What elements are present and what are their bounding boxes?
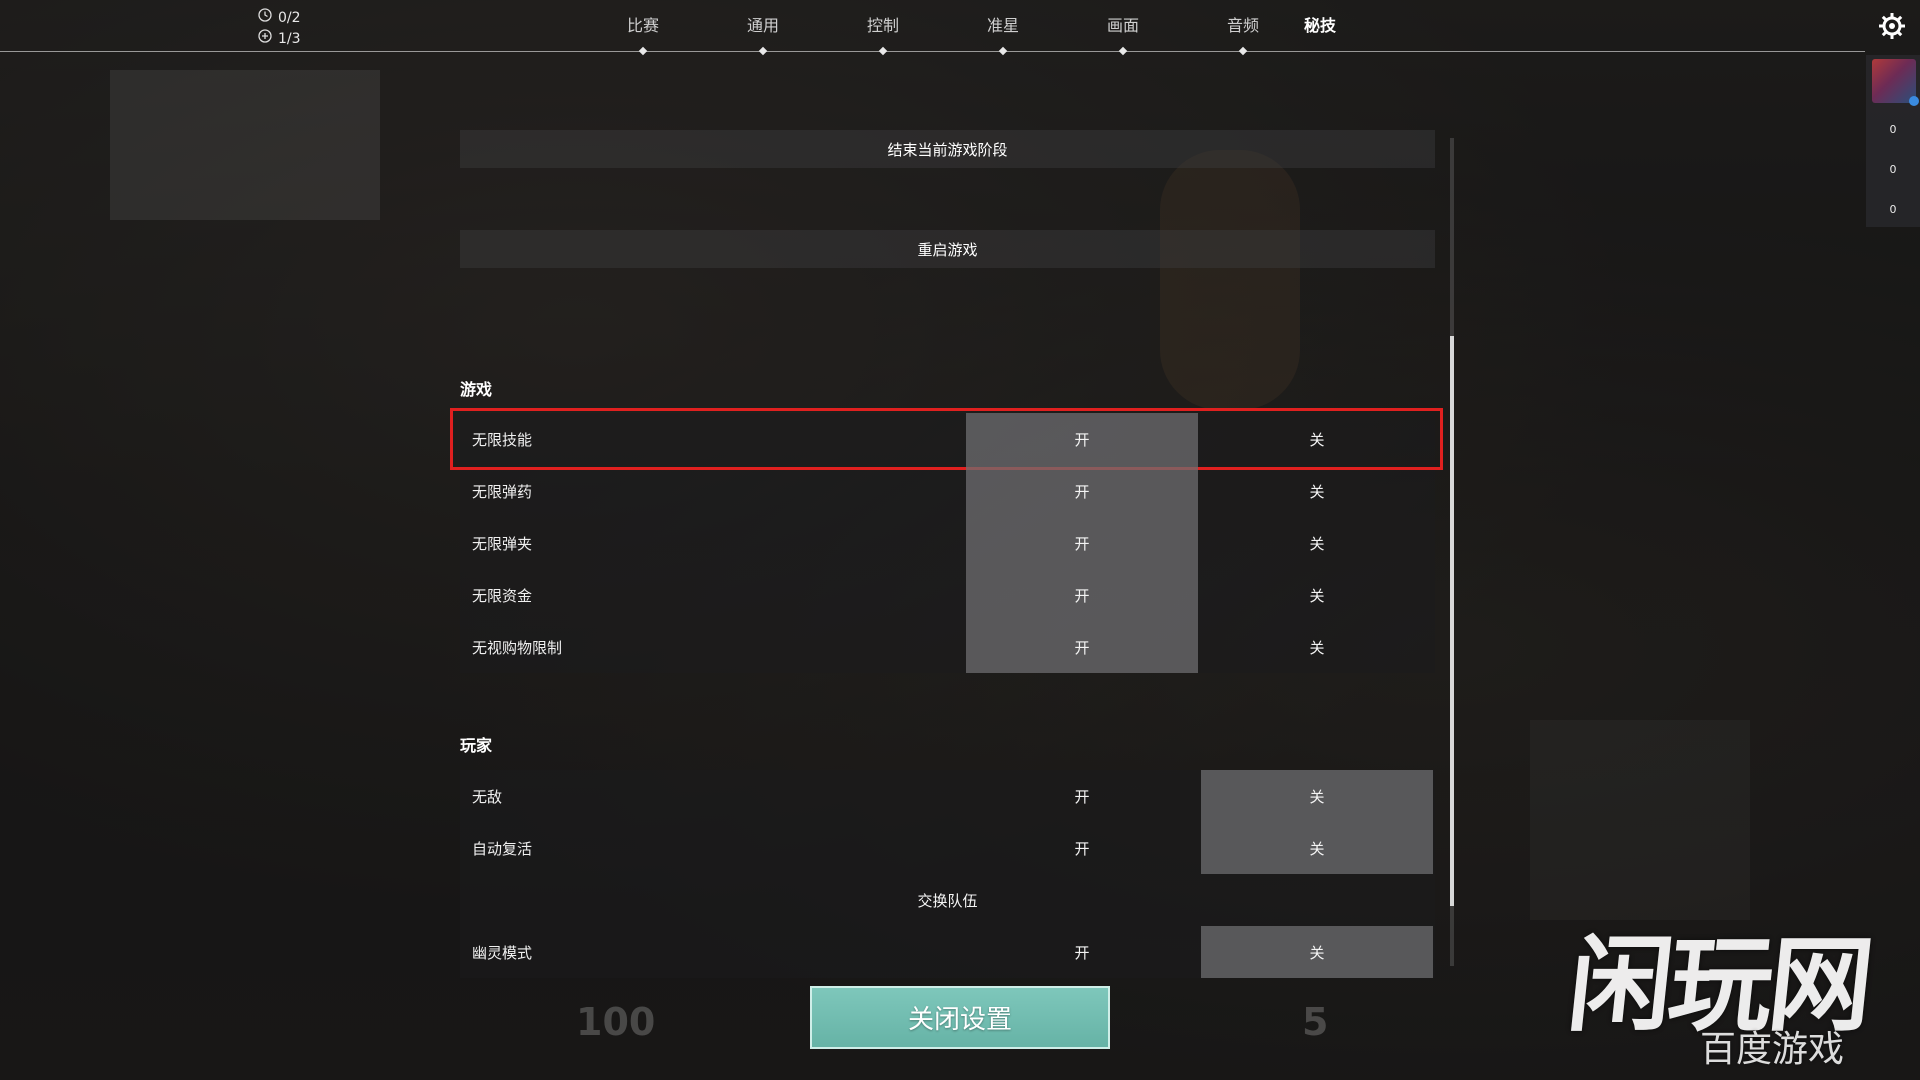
watermark-sub: 百度游戏 bbox=[1700, 1029, 1845, 1070]
option-label: 无限技能 bbox=[472, 430, 533, 449]
option-row-infinite-money: 无限资金 开 关 bbox=[460, 569, 1435, 621]
option-label: 自动复活 bbox=[472, 839, 533, 858]
round-counters: 0/2 1/3 bbox=[258, 8, 301, 50]
tab-video[interactable]: 画面 bbox=[1107, 12, 1139, 36]
counter-time-value: 0/2 bbox=[278, 10, 301, 26]
option-off-button[interactable]: 关 bbox=[1201, 517, 1433, 569]
option-on-button[interactable]: 开 bbox=[966, 465, 1198, 517]
counter-time: 0/2 bbox=[258, 8, 301, 29]
option-on-button[interactable]: 开 bbox=[966, 569, 1198, 621]
scrollbar-thumb[interactable] bbox=[1450, 336, 1454, 906]
counter-plus-value: 1/3 bbox=[278, 31, 301, 47]
tab-cheats[interactable]: 秘技 bbox=[1304, 12, 1336, 36]
section-title-player: 玩家 bbox=[460, 736, 493, 755]
tab-audio[interactable]: 音频 bbox=[1227, 12, 1259, 36]
option-on-button[interactable]: 开 bbox=[966, 517, 1198, 569]
option-on-button[interactable]: 开 bbox=[966, 822, 1198, 874]
option-off-button[interactable]: 关 bbox=[1201, 465, 1433, 517]
sidebar-score: 0 bbox=[1889, 203, 1897, 216]
end-phase-button[interactable]: 结束当前游戏阶段 bbox=[460, 130, 1435, 168]
restart-game-button[interactable]: 重启游戏 bbox=[460, 230, 1435, 268]
swap-team-button[interactable]: 交换队伍 bbox=[917, 890, 977, 911]
option-off-button[interactable]: 关 bbox=[1201, 413, 1433, 465]
close-settings-button[interactable]: 关闭设置 bbox=[810, 986, 1110, 1049]
option-label: 无视购物限制 bbox=[472, 638, 563, 657]
option-on-button[interactable]: 开 bbox=[966, 413, 1198, 465]
tab-match[interactable]: 比赛 bbox=[627, 12, 659, 36]
panel-scrollbar[interactable] bbox=[1450, 138, 1454, 966]
option-label: 无限弹夹 bbox=[472, 534, 533, 553]
gear-icon[interactable] bbox=[1878, 12, 1906, 40]
option-row-ghost-mode: 幽灵模式 开 关 bbox=[460, 926, 1435, 978]
option-row-infinite-magazine: 无限弹夹 开 关 bbox=[460, 517, 1435, 569]
option-label: 幽灵模式 bbox=[472, 943, 533, 962]
clock-icon bbox=[258, 8, 272, 29]
option-row-invincible: 无敌 开 关 bbox=[460, 770, 1435, 822]
section-title-game: 游戏 bbox=[460, 380, 493, 399]
option-row-ignore-buy-limits: 无视购物限制 开 关 bbox=[460, 621, 1435, 673]
hud-ammo: 5 bbox=[1302, 1000, 1329, 1044]
player-sidebar: 0 0 0 bbox=[1866, 55, 1920, 227]
option-off-button[interactable]: 关 bbox=[1201, 770, 1433, 822]
option-row-infinite-ammo: 无限弹药 开 关 bbox=[460, 465, 1435, 517]
option-label: 无敌 bbox=[472, 787, 503, 806]
sidebar-score: 0 bbox=[1889, 123, 1897, 136]
option-row-auto-revive: 自动复活 开 关 bbox=[460, 822, 1435, 874]
sidebar-score: 0 bbox=[1889, 163, 1897, 176]
option-off-button[interactable]: 关 bbox=[1201, 621, 1433, 673]
tab-crosshair[interactable]: 准星 bbox=[987, 12, 1019, 36]
counter-plus: 1/3 bbox=[258, 29, 301, 50]
option-on-button[interactable]: 开 bbox=[966, 926, 1198, 978]
option-on-button[interactable]: 开 bbox=[966, 770, 1198, 822]
plus-circle-icon bbox=[258, 29, 272, 50]
option-row-infinite-skills: 无限技能 开 关 bbox=[450, 408, 1443, 470]
game-options-list: 无限技能 开 关 无限弹药 开 关 无限弹夹 开 关 无限资金 开 关 无视购物… bbox=[450, 408, 1443, 673]
tab-general[interactable]: 通用 bbox=[747, 12, 779, 36]
option-off-button[interactable]: 关 bbox=[1201, 822, 1433, 874]
hud-health: 100 bbox=[576, 1000, 656, 1044]
swap-team-row: 交换队伍 bbox=[460, 874, 1435, 926]
top-navigation-bar: 0/2 1/3 比赛 通用 控制 准星 画面 音频 秘技 bbox=[0, 0, 1920, 56]
option-off-button[interactable]: 关 bbox=[1201, 569, 1433, 621]
top-divider bbox=[0, 51, 1865, 52]
option-label: 无限资金 bbox=[472, 586, 533, 605]
player-options-list: 无敌 开 关 自动复活 开 关 交换队伍 幽灵模式 开 关 bbox=[460, 770, 1435, 978]
option-label: 无限弹药 bbox=[472, 482, 533, 501]
tab-controls[interactable]: 控制 bbox=[867, 12, 899, 36]
avatar[interactable] bbox=[1872, 59, 1919, 106]
option-off-button[interactable]: 关 bbox=[1201, 926, 1433, 978]
option-on-button[interactable]: 开 bbox=[966, 621, 1198, 673]
